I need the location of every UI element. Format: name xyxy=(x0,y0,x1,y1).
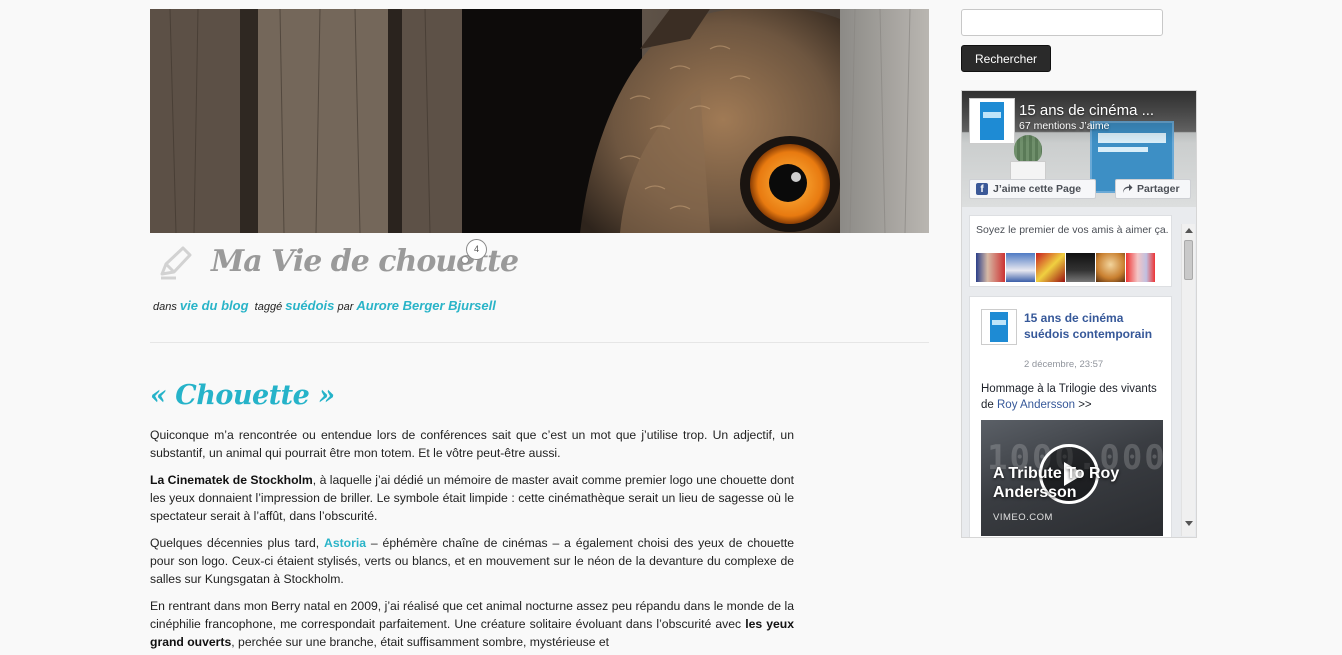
author-link[interactable]: Aurore Berger Bjursell xyxy=(356,298,495,313)
comment-count-badge[interactable]: 4 xyxy=(466,239,487,260)
share-button-label: Partager xyxy=(1137,183,1180,195)
divider xyxy=(150,342,929,343)
avatar-book xyxy=(980,102,1004,140)
facebook-f-icon: f xyxy=(976,183,988,195)
pencil-icon xyxy=(160,246,192,280)
tag-link[interactable]: suédois xyxy=(285,298,334,313)
roy-andersson-link[interactable]: Roy Andersson xyxy=(997,399,1075,411)
post-page-name[interactable]: 15 ans de cinéma suédois contemporain xyxy=(1024,310,1164,342)
post-avatar-book xyxy=(990,312,1008,342)
page-avatar[interactable] xyxy=(969,98,1015,144)
scroll-up-icon[interactable] xyxy=(1185,228,1193,233)
meta-tagged-label: taggé xyxy=(254,301,283,313)
like-button-label: J’aime cette Page xyxy=(993,183,1082,195)
search-button[interactable]: Rechercher xyxy=(961,45,1051,72)
scroll-down-icon[interactable] xyxy=(1185,521,1193,526)
video-source: VIMEO.COM xyxy=(993,512,1053,523)
facebook-page-widget: 15 ans de cinéma ... 67 mentions J’aime … xyxy=(961,90,1197,538)
post-meta: dans vie du blog taggé suédois par Auror… xyxy=(153,298,496,313)
widget-scrollbar[interactable] xyxy=(1181,224,1195,536)
facebook-page-name[interactable]: 15 ans de cinéma ... xyxy=(1019,102,1154,119)
cinematek-bold: La Cinematek de Stockholm xyxy=(150,473,313,487)
comment-bubble-tail xyxy=(461,256,469,264)
paragraph-1: Quiconque m’a rencontrée ou entendue lor… xyxy=(150,428,794,460)
post-text-end: >> xyxy=(1075,399,1092,411)
friend-thumb[interactable] xyxy=(976,253,1005,282)
friend-thumb[interactable] xyxy=(1126,253,1155,282)
meta-by-label: par xyxy=(337,301,354,313)
paragraph-4: En rentrant dans mon Berry natal en 2009… xyxy=(150,597,794,651)
astoria-link[interactable]: Astoria xyxy=(324,536,366,550)
paragraph-4-start: En rentrant dans mon Berry natal en 2009… xyxy=(150,599,794,631)
video-title: A Tribute To Roy Andersson xyxy=(993,465,1120,501)
friends-card: Soyez le premier de vos amis à aimer ça. xyxy=(969,215,1172,287)
friend-thumb[interactable] xyxy=(1006,253,1035,282)
scroll-thumb[interactable] xyxy=(1184,240,1193,280)
share-arrow-icon xyxy=(1123,184,1133,193)
facebook-likes-count: 67 mentions J’aime xyxy=(1019,120,1110,132)
facebook-share-button[interactable]: Partager xyxy=(1115,179,1191,199)
post-avatar[interactable] xyxy=(981,309,1017,345)
paragraph-3-start: Quelques décennies plus tard, xyxy=(150,536,325,550)
friends-text: Soyez le premier de vos amis à aimer ça. xyxy=(976,224,1169,236)
facebook-cover[interactable]: 15 ans de cinéma ... 67 mentions J’aime … xyxy=(962,91,1196,207)
post-text: Hommage à la Trilogie des vivants de Roy… xyxy=(981,381,1166,413)
friend-thumb[interactable] xyxy=(1066,253,1095,282)
section-heading: « Chouette » xyxy=(150,380,335,411)
facebook-post: 15 ans de cinéma suédois contemporain 2 … xyxy=(969,296,1172,537)
header-image-owl xyxy=(150,9,929,233)
paragraph-2: La Cinematek de Stockholm, à laquelle j’… xyxy=(150,471,794,525)
category-link[interactable]: vie du blog xyxy=(180,298,249,313)
post-timestamp[interactable]: 2 décembre, 23:57 xyxy=(1024,359,1103,370)
friend-thumb[interactable] xyxy=(1036,253,1065,282)
search-input[interactable] xyxy=(961,9,1163,36)
facebook-like-button[interactable]: f J’aime cette Page xyxy=(969,179,1096,199)
friend-thumb[interactable] xyxy=(1096,253,1125,282)
meta-in-label: dans xyxy=(153,301,177,313)
friend-thumbnails xyxy=(976,253,1155,282)
paragraph-4-text: , perchée sur une branche, était suffisa… xyxy=(231,635,610,649)
article-body: Quiconque m’a rencontrée ou entendue lor… xyxy=(150,426,794,655)
video-preview[interactable]: 1000.000 A Tribute To Roy Andersson VIME… xyxy=(981,420,1163,536)
paragraph-3: Quelques décennies plus tard, Astoria – … xyxy=(150,534,794,588)
